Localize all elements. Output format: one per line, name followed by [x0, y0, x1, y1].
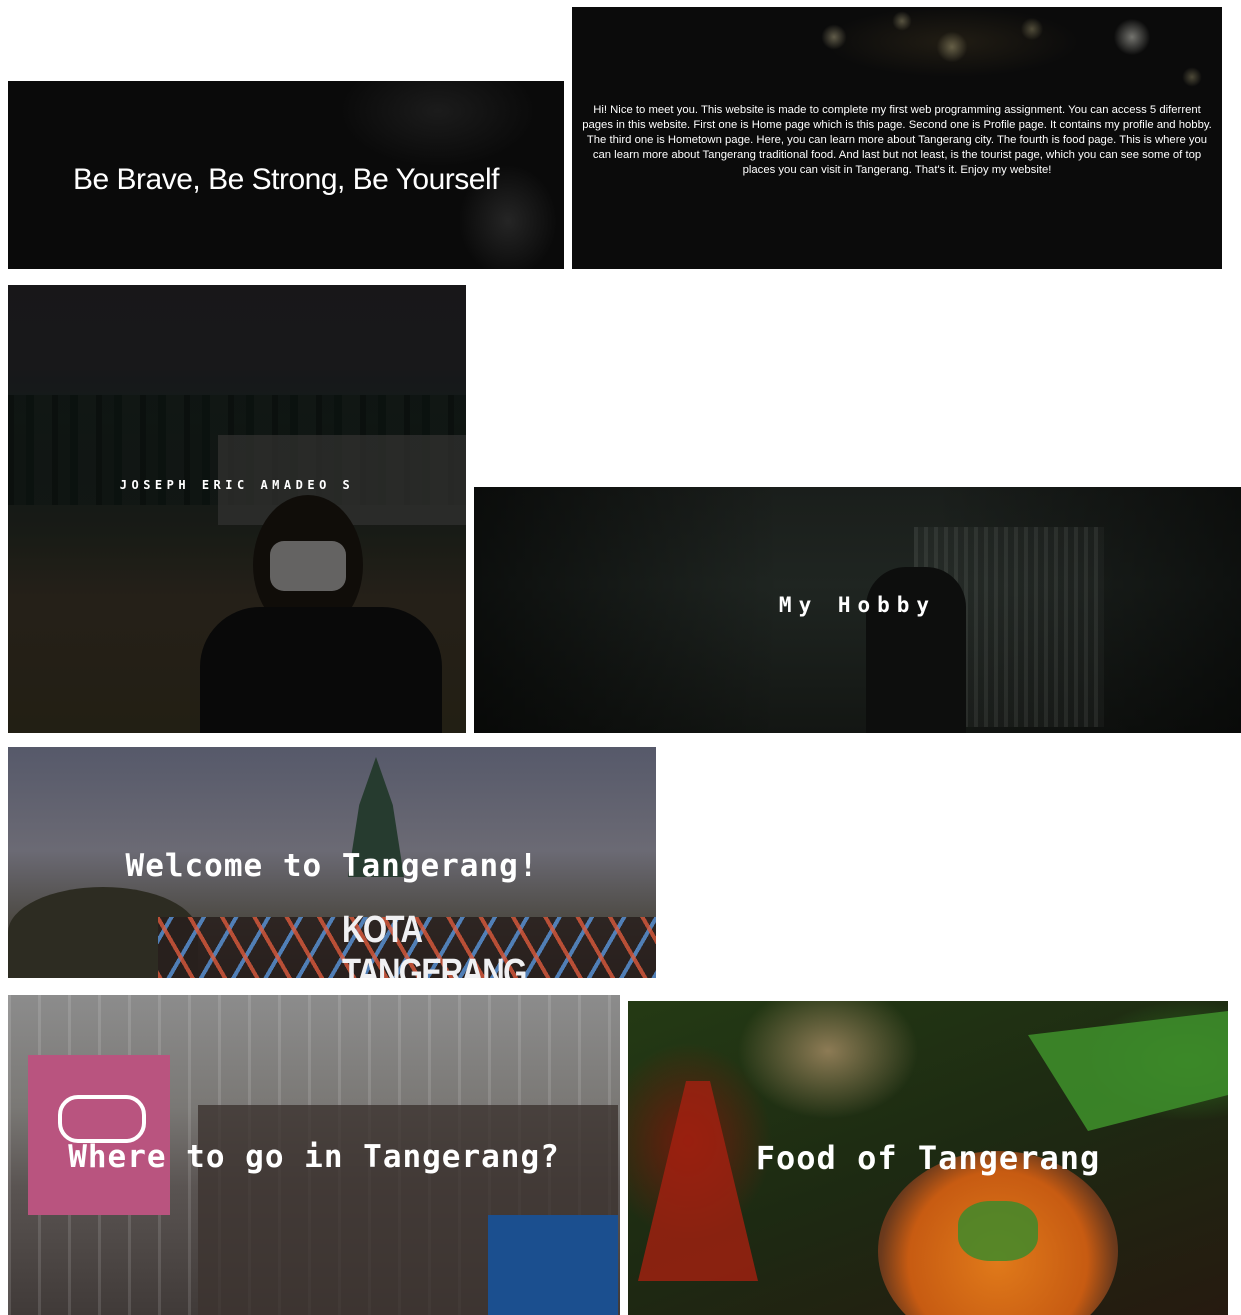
motto-banner[interactable]: Be Brave, Be Strong, Be Yourself	[8, 81, 564, 269]
profile-name-caption: JOSEPH ERIC AMADEO S	[119, 478, 355, 492]
intro-banner: Hi! Nice to meet you. This website is ma…	[572, 7, 1222, 269]
intro-text: Hi! Nice to meet you. This website is ma…	[582, 104, 1212, 176]
profile-link-tile[interactable]: JOSEPH ERIC AMADEO S	[8, 285, 466, 733]
hiker-decoration	[866, 567, 966, 733]
tourist-link-tile[interactable]: Where to go in Tangerang?	[8, 995, 620, 1315]
food-link-tile[interactable]: Food of Tangerang	[628, 1001, 1228, 1315]
tourist-caption: Where to go in Tangerang?	[68, 1139, 560, 1175]
profile-overlay	[8, 285, 466, 733]
herb-decoration	[958, 1201, 1038, 1261]
hobby-link-tile[interactable]: My Hobby	[474, 487, 1241, 733]
hobby-caption: My Hobby	[778, 593, 937, 617]
city-sign: KOTA TANGERANG	[342, 909, 527, 978]
hometown-caption: Welcome to Tangerang!	[125, 848, 539, 884]
hometown-link-tile[interactable]: KOTA TANGERANG Welcome to Tangerang!	[8, 747, 656, 978]
billboard-logo-decoration	[58, 1095, 146, 1143]
motto-caption: Be Brave, Be Strong, Be Yourself	[73, 163, 499, 196]
blue-panel-decoration	[488, 1215, 618, 1315]
food-caption: Food of Tangerang	[755, 1139, 1101, 1177]
